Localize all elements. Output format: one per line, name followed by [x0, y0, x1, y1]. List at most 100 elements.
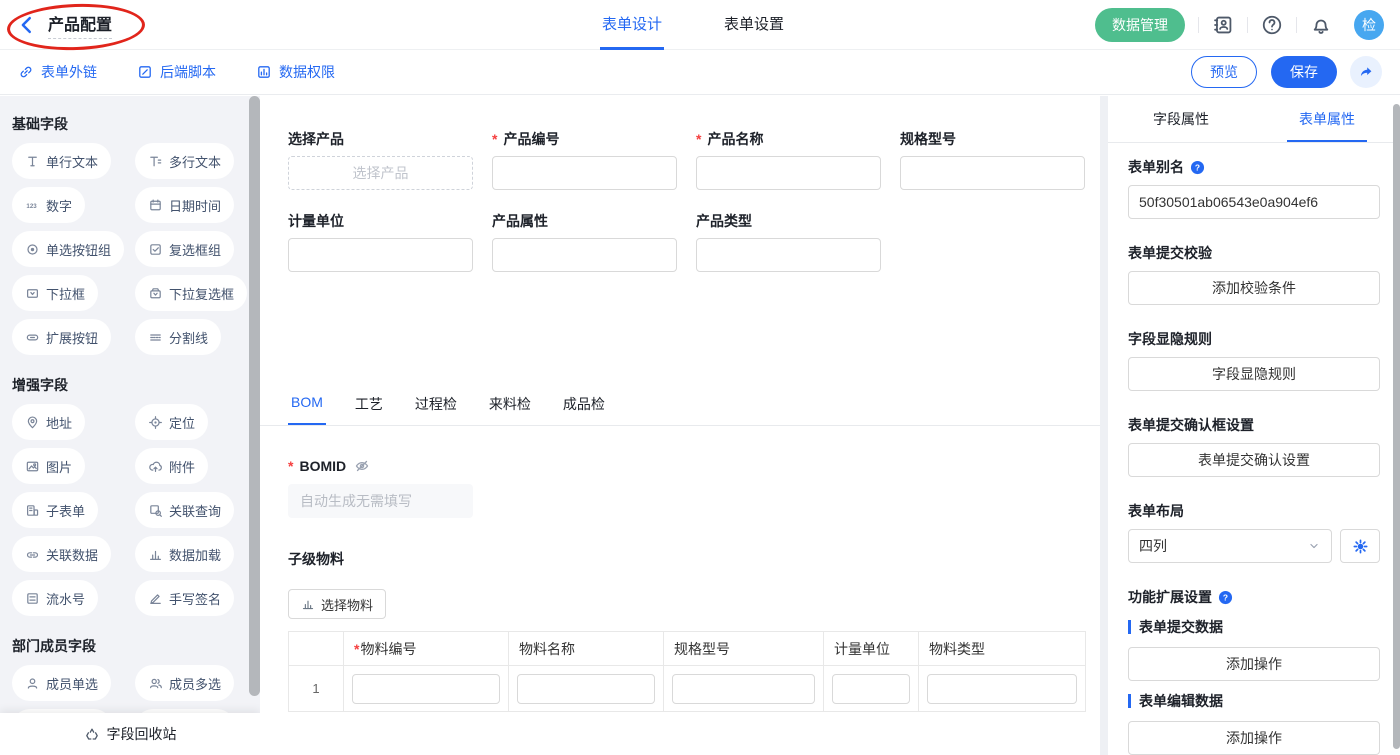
bom-id-field[interactable]: *BOMID 自动生成无需填写: [288, 458, 1072, 518]
sidebar-field-pill[interactable]: 流水号: [12, 580, 98, 616]
header-tab[interactable]: 表单设计: [600, 0, 664, 50]
member-single-icon: [25, 676, 40, 691]
form-field[interactable]: 计量单位: [288, 214, 473, 272]
bell-icon[interactable]: [1310, 14, 1332, 36]
product-picker-button[interactable]: 选择产品: [288, 156, 473, 190]
sidebar-field-pill[interactable]: 下拉框: [12, 275, 98, 311]
header-tab[interactable]: 表单设置: [722, 0, 786, 50]
sidebar-field-pill[interactable]: 日期时间: [135, 187, 234, 223]
form-field[interactable]: 产品属性: [492, 214, 677, 272]
serial-number-icon: [25, 591, 40, 606]
detail-tab[interactable]: 成品检: [560, 394, 608, 425]
contacts-icon[interactable]: [1212, 14, 1234, 36]
field-input[interactable]: [492, 238, 677, 272]
sidebar-field-pill[interactable]: 定位: [135, 404, 208, 440]
save-button[interactable]: 保存: [1271, 56, 1337, 88]
form-design-canvas[interactable]: 选择产品 选择产品 *产品编号 *产品名称 规格型号 计量单位: [260, 96, 1100, 755]
sidebar-field-pill[interactable]: 成员多选: [135, 665, 234, 701]
sidebar-field-pill[interactable]: 下拉复选框: [135, 275, 247, 311]
column-label: 物料名称: [519, 641, 575, 657]
member-multi-icon: [148, 676, 163, 691]
help-icon[interactable]: [1261, 14, 1283, 36]
form-field[interactable]: 规格型号: [900, 132, 1085, 190]
question-circle-icon[interactable]: ?: [1218, 590, 1233, 605]
sidebar-field-pill[interactable]: 数据加载: [135, 536, 234, 572]
linked-data-icon: [25, 547, 40, 562]
field-input[interactable]: [900, 156, 1085, 190]
sidebar-field-pill[interactable]: 地址: [12, 404, 85, 440]
avatar[interactable]: 检: [1354, 10, 1384, 40]
field-recycle-bin[interactable]: 字段回收站: [0, 713, 260, 755]
field-label-text: 产品名称: [707, 132, 763, 146]
field-label-text: 选择产品: [288, 132, 344, 146]
permission-icon: [256, 64, 272, 80]
sidebar-field-pill[interactable]: 分割线: [135, 319, 221, 355]
detail-tab[interactable]: 来料检: [486, 394, 534, 425]
eye-off-icon: [354, 458, 370, 474]
form-field[interactable]: *产品编号: [492, 132, 677, 190]
panel-section-button[interactable]: 添加校验条件: [1128, 271, 1380, 305]
sidebar-scrollbar[interactable]: [249, 96, 260, 696]
detail-tab[interactable]: 工艺: [352, 394, 386, 425]
sidebar-field-pill[interactable]: 子表单: [12, 492, 98, 528]
detail-tab[interactable]: BOM: [288, 394, 326, 425]
field-pill-label: 日期时间: [169, 196, 221, 215]
form-field[interactable]: 产品类型: [696, 214, 881, 272]
form-layout-label: 表单布局: [1128, 501, 1380, 521]
panel-section-button[interactable]: 表单提交确认设置: [1128, 443, 1380, 477]
sidebar-field-pill[interactable]: 关联数据: [12, 536, 111, 572]
properties-tab[interactable]: 字段属性: [1108, 96, 1254, 142]
panel-scrollbar[interactable]: [1393, 104, 1400, 749]
field-pill-label: 关联数据: [46, 545, 98, 564]
field-input[interactable]: [696, 156, 881, 190]
extension-subsection: 表单提交数据 添加操作: [1128, 617, 1380, 681]
sidebar-field-pill[interactable]: 手写签名: [135, 580, 234, 616]
layout-settings-button[interactable]: [1340, 529, 1380, 563]
toolbar-link[interactable]: 后端脚本: [137, 62, 216, 82]
properties-tab[interactable]: 表单属性: [1254, 96, 1400, 142]
form-alias-input[interactable]: 50f30501ab06543e0a904ef6: [1128, 185, 1380, 219]
field-input[interactable]: [696, 238, 881, 272]
sidebar-field-pill[interactable]: 123数字: [12, 187, 85, 223]
sidebar-field-pill[interactable]: 多行文本: [135, 143, 234, 179]
sidebar-field-pill[interactable]: 复选框组: [135, 231, 234, 267]
sidebar-field-pill[interactable]: 关联查询: [135, 492, 234, 528]
detail-tab[interactable]: 过程检: [412, 394, 460, 425]
field-input[interactable]: [492, 156, 677, 190]
back-icon[interactable]: [16, 14, 38, 36]
header-tab-label: 表单设计: [602, 13, 662, 34]
sidebar-field-pill[interactable]: 附件: [135, 448, 208, 484]
panel-section-button[interactable]: 字段显隐规则: [1128, 357, 1380, 391]
form-field[interactable]: *产品名称: [696, 132, 881, 190]
data-manage-button[interactable]: 数据管理: [1095, 8, 1185, 42]
page-title[interactable]: 产品配置: [48, 11, 112, 39]
spec-model-input[interactable]: [672, 674, 815, 704]
material-code-input[interactable]: [352, 674, 500, 704]
share-icon: [1358, 64, 1374, 80]
toolbar-link[interactable]: 表单外链: [18, 62, 97, 82]
field-pill-label: 数据加载: [169, 545, 221, 564]
panel-section: 表单提交确认框设置 表单提交确认设置: [1128, 415, 1380, 477]
unit-input[interactable]: [832, 674, 910, 704]
select-material-button[interactable]: 选择物料: [288, 589, 386, 619]
share-button[interactable]: [1350, 56, 1382, 88]
multi-select-icon: [148, 286, 163, 301]
sub-material-section: 子级物料 选择物料 *物料编号物料名称规格型号计量单位物料类型 1: [288, 552, 1072, 712]
sidebar-field-pill[interactable]: 单选按钮组: [12, 231, 124, 267]
sidebar-field-pill[interactable]: 扩展按钮: [12, 319, 111, 355]
field-input[interactable]: [288, 238, 473, 272]
form-field[interactable]: 选择产品 选择产品: [288, 132, 473, 190]
add-action-button[interactable]: 添加操作: [1128, 721, 1380, 755]
add-action-button[interactable]: 添加操作: [1128, 647, 1380, 681]
layout-select[interactable]: 四列: [1128, 529, 1332, 563]
material-type-input[interactable]: [927, 674, 1077, 704]
question-circle-icon[interactable]: ?: [1190, 160, 1205, 175]
toolbar-link[interactable]: 数据权限: [256, 62, 335, 82]
sidebar-field-pill[interactable]: 成员单选: [12, 665, 111, 701]
sidebar-field-pill[interactable]: 图片: [12, 448, 85, 484]
bom-id-input[interactable]: 自动生成无需填写: [288, 484, 473, 518]
sidebar-field-pill[interactable]: 单行文本: [12, 143, 111, 179]
material-name-input[interactable]: [517, 674, 655, 704]
preview-button[interactable]: 预览: [1191, 56, 1257, 88]
extension-settings-section: 功能扩展设置 ? 表单提交数据 添加操作 表单编辑数据 添加操作: [1128, 587, 1380, 755]
